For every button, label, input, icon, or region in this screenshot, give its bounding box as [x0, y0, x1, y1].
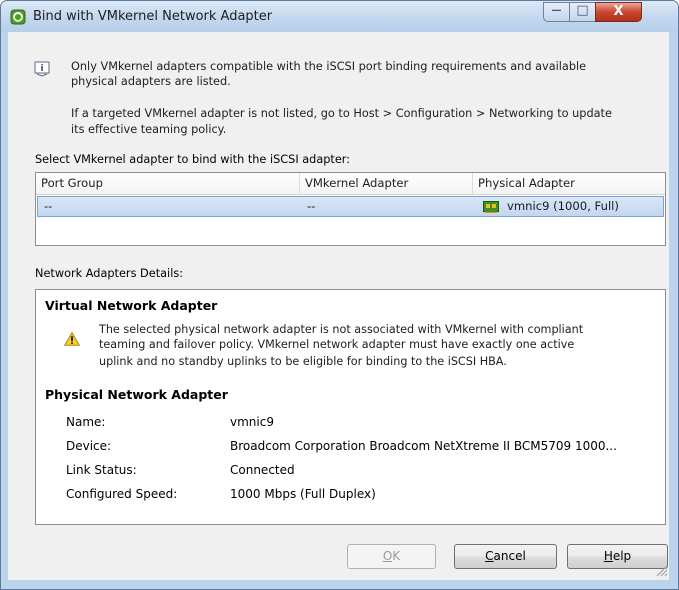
ok-mnemonic: O — [382, 549, 393, 563]
warning-text-line: uplink and no standby uplinks to be elig… — [99, 355, 507, 368]
title-bar[interactable]: Bind with VMkernel Network Adapter — □ X — [1, 1, 678, 32]
ok-label: K — [392, 549, 401, 563]
help-mnemonic: H — [603, 549, 613, 563]
details-section-label: Network Adapters Details: — [35, 267, 184, 280]
column-header-port-group[interactable]: Port Group — [36, 173, 300, 194]
cell-vmkernel-adapter: -- — [307, 199, 316, 213]
cancel-mnemonic: C — [485, 549, 494, 563]
window-title: Bind with VMkernel Network Adapter — [33, 9, 273, 24]
network-card-icon — [483, 201, 499, 213]
maximize-button[interactable]: □ — [569, 2, 596, 22]
info-text-line: Only VMkernel adapters compatible with t… — [71, 60, 587, 73]
minimize-button[interactable]: — — [543, 2, 570, 22]
close-button[interactable]: X — [595, 2, 642, 22]
prop-device-label: Device: — [66, 439, 112, 453]
cancel-button[interactable]: Cancel — [454, 544, 557, 569]
column-header-physical-adapter[interactable]: Physical Adapter — [473, 173, 665, 194]
maximize-icon: □ — [576, 3, 589, 18]
info-text-line: physical adapters are listed. — [71, 75, 231, 88]
cell-port-group: -- — [44, 199, 53, 213]
prop-link-status-label: Link Status: — [66, 463, 137, 477]
warning-text-line: The selected physical network adapter is… — [99, 323, 584, 336]
resize-grip-icon[interactable] — [654, 563, 668, 577]
vmkernel-adapter-table: Port Group VMkernel Adapter Physical Ada… — [35, 172, 666, 246]
prop-speed-label: Configured Speed: — [66, 487, 178, 501]
ok-button[interactable]: OK — [347, 544, 436, 569]
dialog-window: Bind with VMkernel Network Adapter — □ X… — [0, 0, 679, 590]
close-icon: X — [613, 4, 624, 19]
help-button[interactable]: Help — [567, 544, 668, 569]
warning-icon — [64, 332, 80, 346]
info-text-line: If a targeted VMkernel adapter is not li… — [71, 107, 612, 120]
column-header-vmkernel-adapter[interactable]: VMkernel Adapter — [300, 173, 473, 194]
prop-device-value: Broadcom Corporation Broadcom NetXtreme … — [230, 439, 617, 453]
info-text-line: its effective teaming policy. — [71, 123, 227, 136]
warning-text-line: teaming and failover policy. VMkernel ne… — [99, 338, 575, 351]
virtual-adapter-heading: Virtual Network Adapter — [45, 298, 218, 313]
svg-text:i: i — [40, 64, 43, 74]
vsphere-app-icon — [10, 9, 26, 25]
minimize-icon: — — [551, 5, 562, 16]
info-icon: i — [34, 61, 50, 77]
select-adapter-label: Select VMkernel adapter to bind with the… — [35, 153, 351, 166]
help-label: elp — [612, 549, 632, 563]
cell-physical-adapter: vmnic9 (1000, Full) — [507, 199, 619, 213]
cancel-label: ancel — [493, 549, 526, 563]
prop-speed-value: 1000 Mbps (Full Duplex) — [230, 487, 376, 501]
prop-name-label: Name: — [66, 415, 106, 429]
prop-link-status-value: Connected — [230, 463, 295, 477]
table-row[interactable]: -- -- vmnic9 (1000, Full) — [37, 196, 664, 217]
physical-adapter-heading: Physical Network Adapter — [45, 387, 228, 402]
prop-name-value: vmnic9 — [230, 415, 274, 429]
table-header: Port Group VMkernel Adapter Physical Ada… — [36, 173, 665, 195]
